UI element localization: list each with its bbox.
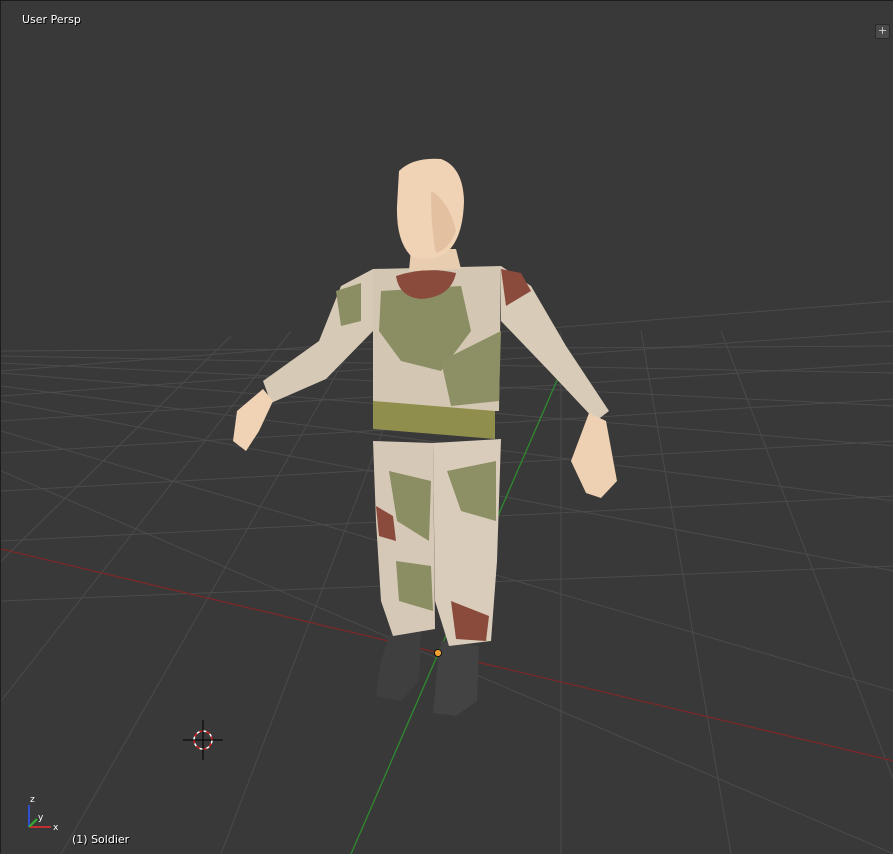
view-perspective-label: User Persp <box>22 13 81 26</box>
axes-gizmo: z y x <box>28 795 59 833</box>
left-boot <box>376 626 421 701</box>
origin-point[interactable] <box>434 649 442 657</box>
head <box>396 158 464 259</box>
plus-icon[interactable]: + <box>875 24 890 39</box>
axis-z-label: z <box>30 795 35 805</box>
right-hand <box>571 413 617 498</box>
soldier-model[interactable] <box>233 158 617 716</box>
axis-y-label: y <box>38 813 44 823</box>
3d-cursor-icon[interactable] <box>183 720 223 760</box>
active-object-label: (1) Soldier <box>72 833 130 846</box>
axis-x-label: x <box>53 823 59 833</box>
3d-viewport[interactable]: z y x User Persp (1) Soldier + <box>0 0 893 854</box>
scene-canvas[interactable]: z y x <box>1 1 893 854</box>
